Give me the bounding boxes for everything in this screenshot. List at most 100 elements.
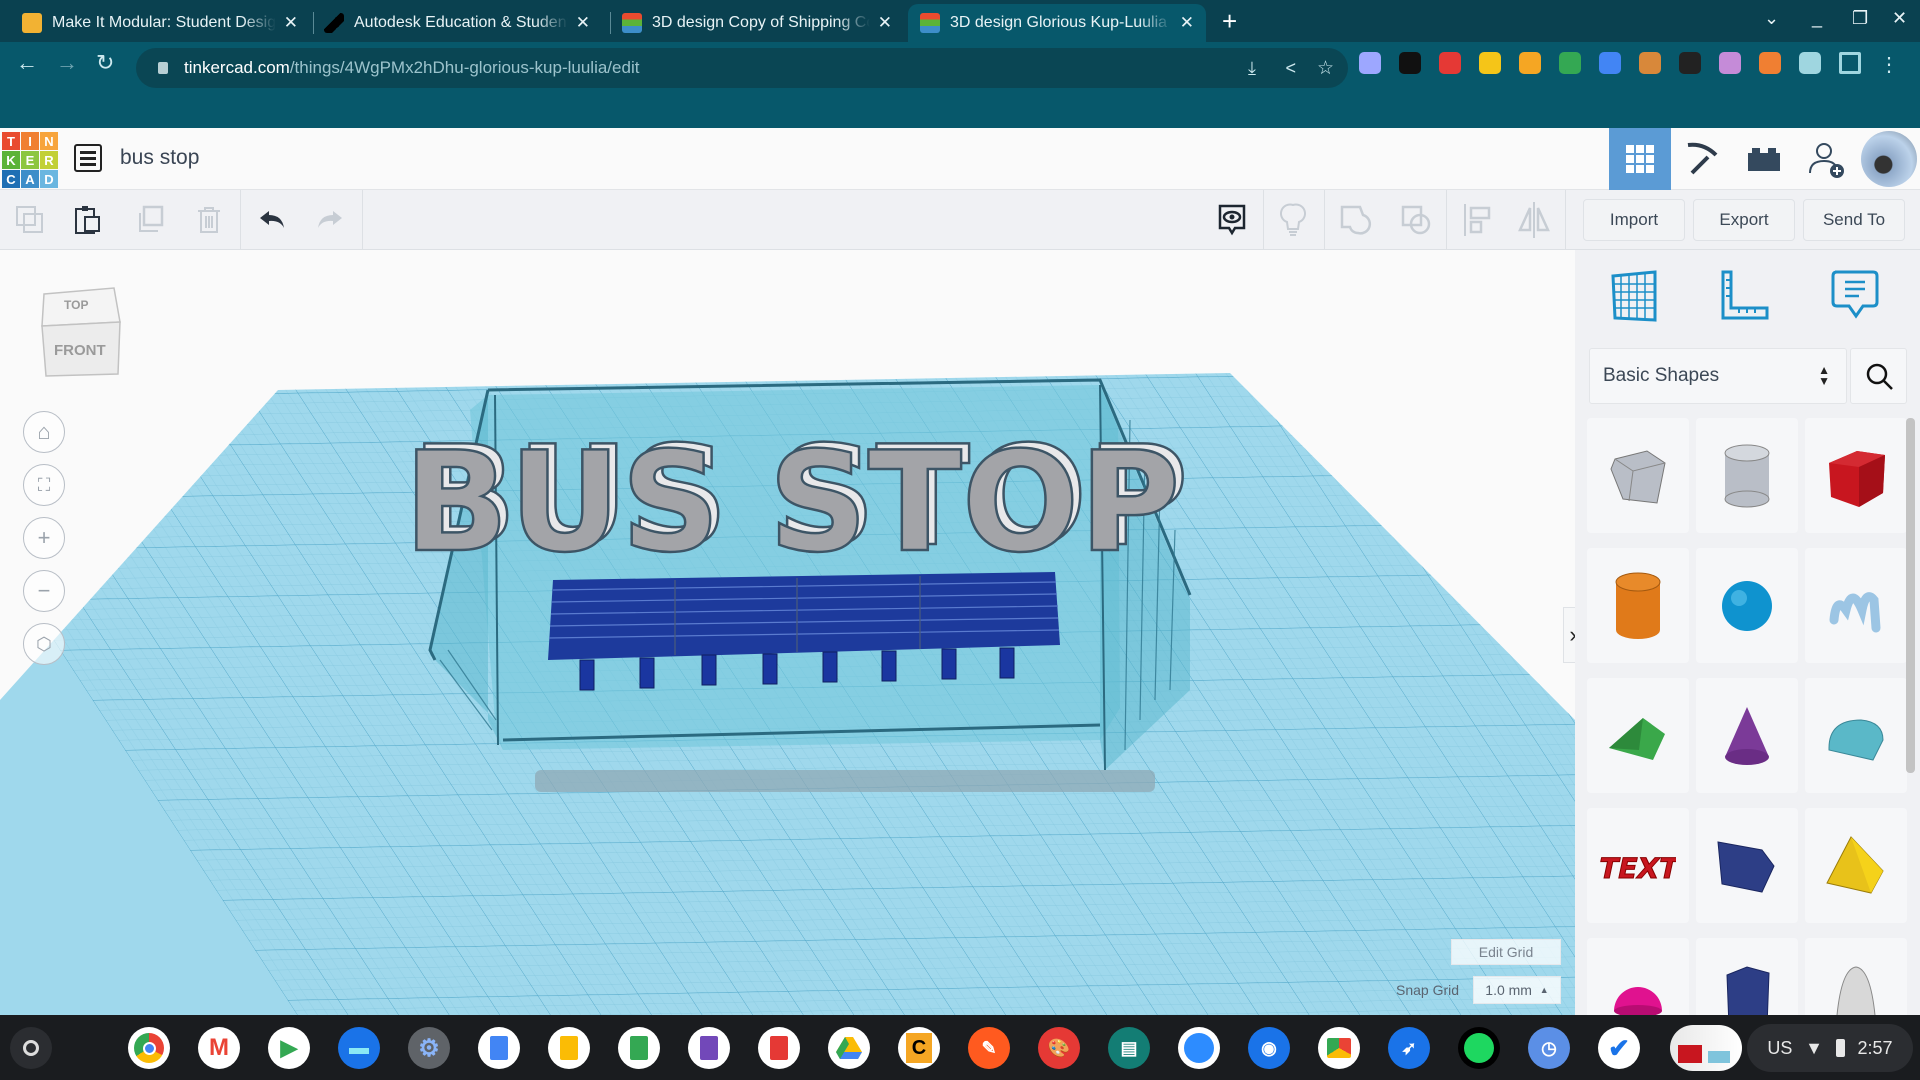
invite-user-button[interactable]: [1795, 128, 1857, 190]
launcher-button[interactable]: [10, 1027, 52, 1069]
shape-card-pyramid[interactable]: [1805, 808, 1907, 923]
align-button[interactable]: [1457, 200, 1497, 240]
screencast-ext-icon[interactable]: [1599, 52, 1621, 74]
shape-card-box[interactable]: [1805, 418, 1907, 533]
url-field[interactable]: tinkercad.com/things/4WgPMx2hDhu-gloriou…: [136, 48, 1348, 88]
shelf-app-spotify[interactable]: [1458, 1027, 1500, 1069]
shape-card-cylinder-hole[interactable]: [1696, 418, 1798, 533]
shelf-app-zoom[interactable]: [1178, 1027, 1220, 1069]
keyboard-layout[interactable]: US: [1767, 1038, 1792, 1059]
send-to-button[interactable]: Send To: [1803, 199, 1905, 241]
workplane-grid[interactable]: BUS STOP BUS STOP: [0, 250, 1575, 1015]
shelf-app-docs[interactable]: [478, 1027, 520, 1069]
reload-icon[interactable]: ↻: [96, 50, 114, 76]
shelf-app-slides[interactable]: [548, 1027, 590, 1069]
view-cube-top[interactable]: TOP: [64, 298, 88, 312]
new-tab-button[interactable]: +: [1222, 6, 1237, 37]
zoom-out-button[interactable]: −: [23, 570, 65, 612]
share-icon[interactable]: <: [1285, 58, 1296, 79]
import-button[interactable]: Import: [1583, 199, 1685, 241]
restore-icon[interactable]: ❐: [1852, 8, 1868, 29]
tinkercad-logo[interactable]: TIN KER CAD: [2, 132, 58, 188]
3d-design-view-button[interactable]: [1609, 128, 1671, 190]
shape-card-polygon[interactable]: [1696, 938, 1798, 1015]
redo-button[interactable]: [310, 200, 350, 240]
shape-search-button[interactable]: [1850, 348, 1907, 404]
shape-card-box-hole[interactable]: [1587, 418, 1689, 533]
edit-grid-button[interactable]: Edit Grid: [1451, 939, 1561, 965]
bus-stop-3d-text[interactable]: BUS STOP BUS STOP: [402, 415, 1189, 585]
minecraft-view-button[interactable]: [1671, 128, 1733, 190]
shelf-app-web-store[interactable]: [1318, 1027, 1360, 1069]
install-app-icon[interactable]: ⤓: [1248, 58, 1256, 79]
shelf-app-camera[interactable]: ◉: [1248, 1027, 1290, 1069]
tab-shipping-container[interactable]: 3D design Copy of Shipping Cont ✕: [610, 4, 904, 42]
shelf-app-rocket[interactable]: ➶: [1388, 1027, 1430, 1069]
tab-search-chevron-icon[interactable]: ⌄: [1764, 8, 1779, 29]
close-tab-icon[interactable]: ✕: [284, 13, 298, 33]
shelf-app-gmail[interactable]: M: [198, 1027, 240, 1069]
group-button[interactable]: [1335, 200, 1375, 240]
close-tab-icon[interactable]: ✕: [878, 13, 892, 33]
shelf-app-paint[interactable]: 🎨: [1038, 1027, 1080, 1069]
shape-card-wedge[interactable]: [1696, 808, 1798, 923]
bookmark-star-icon[interactable]: ☆: [1317, 57, 1334, 80]
shape-card-round-roof[interactable]: [1805, 678, 1907, 793]
copy-button[interactable]: [10, 200, 50, 240]
ruler-tool-button[interactable]: [1715, 266, 1775, 326]
shelf-app-clock[interactable]: ◷: [1528, 1027, 1570, 1069]
tab-make-it-modular[interactable]: Make It Modular: Student Design ✕: [10, 4, 310, 42]
notion-ext-icon[interactable]: [1399, 52, 1421, 74]
fit-view-button[interactable]: ⛶: [23, 464, 65, 506]
tab-glorious-kup-luulia[interactable]: 3D design Glorious Kup-Luulia | T ✕: [908, 4, 1206, 42]
cursor-ext-icon[interactable]: [1359, 52, 1381, 74]
paste-button[interactable]: [68, 200, 108, 240]
notes-tool-button[interactable]: [1825, 266, 1885, 326]
user-avatar[interactable]: [1858, 128, 1920, 190]
shape-card-paraboloid[interactable]: [1805, 938, 1907, 1015]
view-cube[interactable]: TOP FRONT: [38, 282, 122, 378]
shelf-app-play-store[interactable]: ▶: [268, 1027, 310, 1069]
workplane-tool-button[interactable]: [1605, 266, 1665, 326]
coin-ext-icon[interactable]: [1479, 52, 1501, 74]
drive-ext-icon[interactable]: [1559, 52, 1581, 74]
sidepanel-icon[interactable]: [1839, 52, 1861, 74]
workplane-viewport[interactable]: BUS STOP BUS STOP TOP FRONT ⌂ ⛶ + − ⬡ Ed…: [0, 250, 1575, 1015]
design-list-icon[interactable]: [74, 144, 102, 172]
shelf-app-tasks[interactable]: ✔: [1598, 1027, 1640, 1069]
puzzle-ext-icon[interactable]: [1799, 52, 1821, 74]
shelf-app-settings[interactable]: ⚙: [408, 1027, 450, 1069]
forward-icon[interactable]: →: [56, 50, 78, 76]
fox-ext-icon[interactable]: [1759, 52, 1781, 74]
minimize-icon[interactable]: _: [1812, 8, 1822, 29]
design-title[interactable]: bus stop: [120, 146, 199, 170]
shelf-app-forms[interactable]: [688, 1027, 730, 1069]
coffee-ext-icon[interactable]: [1639, 52, 1661, 74]
panel-scrollbar[interactable]: [1906, 418, 1915, 773]
shape-card-cylinder[interactable]: [1587, 548, 1689, 663]
perspective-toggle-button[interactable]: ⬡: [23, 623, 65, 665]
shelf-app-pdf-editor[interactable]: [758, 1027, 800, 1069]
tote-holding-space[interactable]: [1670, 1025, 1742, 1071]
view-cube-front[interactable]: FRONT: [54, 342, 106, 359]
ungroup-button[interactable]: [1396, 200, 1436, 240]
shape-card-scribble[interactable]: [1805, 548, 1907, 663]
kebab-menu-icon[interactable]: ⋮: [1879, 52, 1901, 76]
back-icon[interactable]: ←: [16, 50, 38, 76]
delete-button[interactable]: [189, 200, 229, 240]
undo-button[interactable]: [252, 200, 292, 240]
home-view-button[interactable]: ⌂: [23, 411, 65, 453]
shelf-app-files[interactable]: ▬: [338, 1027, 380, 1069]
mirror-button[interactable]: [1514, 200, 1554, 240]
shelf-app-drive[interactable]: [828, 1027, 870, 1069]
shelf-app-classroom[interactable]: ▤: [1108, 1027, 1150, 1069]
bee-ext-icon[interactable]: [1519, 52, 1541, 74]
paw-ext-icon[interactable]: [1679, 52, 1701, 74]
shape-card-text[interactable]: TEXT: [1587, 808, 1689, 923]
shape-card-roof[interactable]: [1587, 678, 1689, 793]
shape-category-select[interactable]: Basic Shapes ▲ ▼: [1589, 348, 1847, 404]
light-button[interactable]: [1273, 200, 1313, 240]
notes-visibility-button[interactable]: [1212, 200, 1252, 240]
shape-card-sphere[interactable]: [1696, 548, 1798, 663]
snap-grid-select[interactable]: 1.0 mm ▲: [1473, 976, 1561, 1004]
